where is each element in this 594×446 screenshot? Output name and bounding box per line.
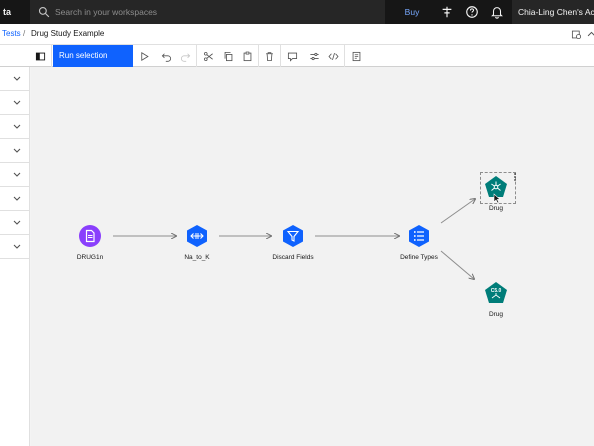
chevron-down-icon [13, 196, 21, 201]
data-source-icon [79, 225, 101, 247]
chevron-down-icon [13, 100, 21, 105]
breadcrumb: Tests / Drug Study Example [0, 24, 594, 45]
chevron-down-icon [13, 220, 21, 225]
node-label-na-to-k: Na_to_K [184, 254, 210, 261]
switcher-icon[interactable] [440, 5, 454, 19]
filter-icon [283, 225, 303, 247]
undo-icon [161, 52, 171, 62]
node-drug-model-bottom[interactable]: C5.0 [484, 281, 508, 305]
node-label-define-types: Define Types [400, 254, 438, 261]
type-list-icon [409, 225, 429, 247]
sliders-icon [309, 52, 319, 60]
node-label-drug-top: Drug [488, 205, 504, 212]
node-na-to-k[interactable] [185, 224, 209, 248]
collapse-icon[interactable] [586, 29, 594, 40]
code-button[interactable] [323, 45, 345, 67]
palette-category[interactable] [0, 67, 30, 91]
palette-category[interactable] [0, 91, 30, 115]
paste-button[interactable] [237, 45, 259, 67]
cut-button[interactable] [197, 45, 219, 67]
node-define-types[interactable] [407, 224, 431, 248]
summary-button[interactable] [345, 45, 367, 67]
mouse-cursor-icon [493, 193, 501, 204]
palette-category[interactable] [0, 163, 30, 187]
top-header: ta Search in your workspaces Buy Chia-Li… [0, 0, 594, 24]
run-all-button[interactable] [133, 45, 155, 67]
search-icon [38, 6, 50, 18]
palette-category[interactable] [0, 139, 30, 163]
node-label-discard-fields: Discard Fields [272, 254, 314, 261]
chevron-down-icon [13, 244, 21, 249]
flow-canvas[interactable]: DRUG1n Na_to_K Discard Fields Define Typ… [31, 67, 594, 446]
overflow-menu-icon[interactable] [512, 172, 518, 184]
paste-icon [243, 51, 252, 61]
comment-icon [287, 52, 297, 62]
breadcrumb-separator: / [23, 29, 26, 38]
palette-category[interactable] [0, 235, 30, 259]
comment-button[interactable] [281, 45, 303, 67]
palette-category[interactable] [0, 211, 30, 235]
undo-button[interactable] [155, 45, 177, 67]
settings-icon[interactable] [571, 29, 582, 40]
node-label-drug-bottom: Drug [488, 311, 504, 318]
breadcrumb-current: Drug Study Example [31, 29, 105, 38]
search-bar[interactable]: Search in your workspaces [30, 0, 385, 24]
document-list-icon [352, 51, 360, 61]
copy-icon [224, 51, 232, 61]
redo-icon [181, 52, 191, 62]
palette-category[interactable] [0, 115, 30, 139]
buy-button[interactable]: Buy [396, 0, 428, 24]
node-discard-fields[interactable] [281, 224, 305, 248]
redo-button[interactable] [175, 45, 197, 67]
side-panel-icon [35, 52, 46, 60]
account-menu[interactable]: Chia-Ling Chen's Account [512, 0, 594, 24]
breadcrumb-parent-link[interactable]: Tests [2, 24, 21, 44]
code-icon [328, 52, 339, 60]
delete-button[interactable] [259, 45, 281, 67]
chevron-down-icon [13, 172, 21, 177]
c50-model-icon: C5.0 [485, 282, 507, 303]
node-drug1n[interactable] [78, 224, 102, 248]
settings-button[interactable] [303, 45, 325, 67]
chevron-down-icon [13, 124, 21, 129]
help-icon[interactable] [465, 5, 479, 19]
toggle-palette-button[interactable] [30, 45, 52, 67]
play-icon [140, 51, 149, 61]
palette-category[interactable] [0, 187, 30, 211]
copy-button[interactable] [217, 45, 239, 67]
search-input[interactable]: Search in your workspaces [55, 0, 157, 24]
canvas-toolbar: Run selection [0, 45, 594, 67]
chevron-down-icon [13, 76, 21, 81]
derive-icon [187, 225, 207, 247]
node-label-drug1n: DRUG1n [76, 254, 104, 261]
notification-icon[interactable] [490, 5, 504, 19]
product-name[interactable]: ta [0, 0, 11, 24]
chevron-down-icon [13, 148, 21, 153]
run-selection-button[interactable]: Run selection [53, 45, 133, 67]
scissors-icon [203, 51, 213, 61]
node-palette [0, 67, 30, 446]
trash-icon [266, 51, 273, 61]
